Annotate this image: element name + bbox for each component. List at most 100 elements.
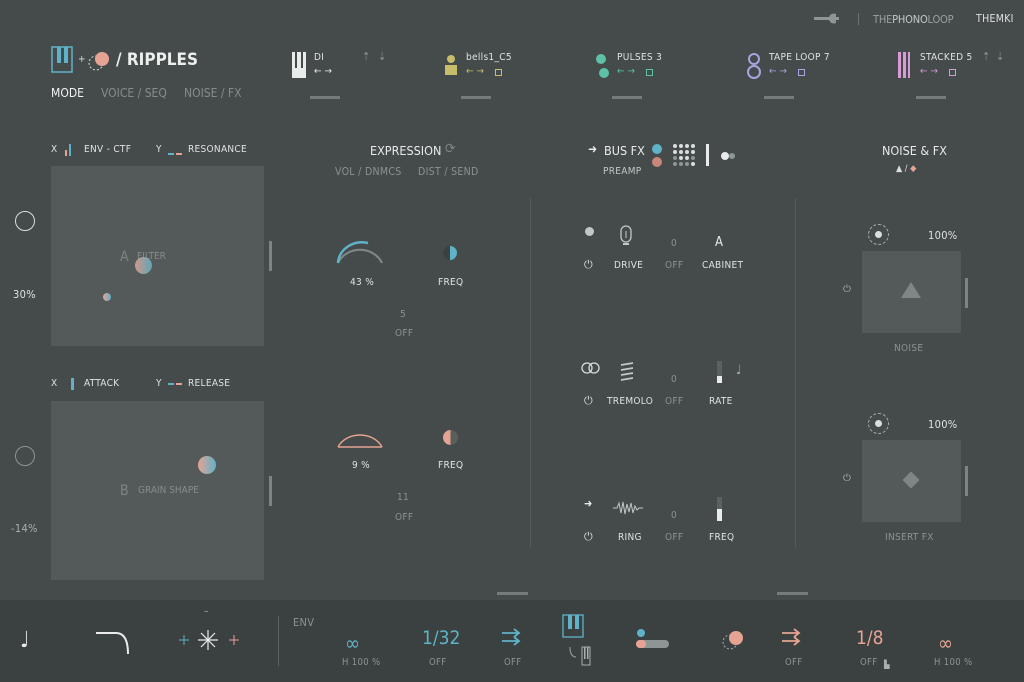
row1-label2: CABINET (702, 260, 744, 271)
settings-wrench-icon[interactable] (814, 13, 846, 25)
pad-a-handle[interactable] (269, 241, 272, 271)
track-arrows[interactable]: ← → (617, 66, 635, 77)
download-icon[interactable]: ⇣ (378, 50, 386, 63)
note-icon[interactable]: ♩ (20, 628, 29, 653)
track-arrows[interactable]: ← → (314, 66, 332, 77)
row2-label2: RATE (709, 396, 733, 407)
route-arrows-icon[interactable] (502, 628, 522, 646)
drawer-handle[interactable] (777, 592, 808, 595)
division-2[interactable]: 1/8 (856, 627, 884, 649)
track-name: DI (314, 52, 325, 63)
tab-mode[interactable]: MODE (51, 86, 84, 100)
send-arc-knob[interactable] (336, 424, 384, 450)
mid2-num: 11 (397, 492, 410, 503)
note-icon[interactable]: ♩ (736, 363, 742, 378)
freq1-dial-icon[interactable] (443, 246, 457, 260)
pad-b-dots-icon[interactable] (15, 446, 35, 466)
pad-b-handle[interactable] (269, 476, 272, 506)
stop-icon[interactable] (798, 69, 805, 76)
slider-toggle-icon[interactable] (636, 628, 670, 650)
off-3[interactable]: OFF (785, 657, 802, 668)
download-icon[interactable]: ⇣ (996, 50, 1004, 63)
upload-icon[interactable]: ⇡ (362, 50, 370, 63)
track-2[interactable]: bells1_C5 ← → (443, 50, 543, 100)
envelope-curve-icon[interactable] (96, 630, 132, 656)
drawer-handle[interactable] (497, 592, 528, 595)
track-3[interactable]: PULSES 3 ← → (594, 50, 694, 100)
route-arrows-icon[interactable] (782, 628, 802, 646)
bottom-bar: ♩ – ENV ∞ H 100 % 1/32 OFF OFF OFF 1/8 O… (0, 600, 1024, 682)
noise-pad[interactable] (862, 251, 961, 333)
hold-value-1: H 100 % (342, 657, 381, 668)
rings-icon[interactable] (581, 362, 601, 374)
bus-fx-subtitle: PREAMP (603, 166, 642, 177)
off-4[interactable]: OFF (860, 657, 877, 668)
pad-b-x-param: ATTACK (84, 378, 120, 389)
row2-off[interactable]: OFF (665, 396, 683, 407)
stop-icon[interactable] (646, 69, 653, 76)
track-1[interactable]: DI ← → ⇡ ⇣ (290, 50, 400, 100)
track-underline (612, 96, 642, 99)
insert-pad[interactable] (862, 440, 961, 522)
brand-logo: THEPHONOLOOP (873, 13, 954, 26)
pad-a-dots-icon[interactable] (15, 211, 35, 231)
drive-dot-icon[interactable] (585, 227, 594, 236)
power-icon[interactable]: ⏻ (584, 394, 593, 408)
power-icon[interactable]: ⏻ (584, 530, 593, 544)
pad-b-value: -14% (11, 522, 38, 535)
bus-level-bar[interactable] (706, 144, 709, 166)
mid2-off[interactable]: OFF (395, 512, 413, 523)
refresh-icon[interactable]: ⟳ (445, 141, 456, 157)
insert-handle[interactable] (965, 466, 968, 496)
ripple-mode-icon[interactable] (722, 629, 746, 651)
filter-secondary-cursor[interactable] (103, 293, 111, 301)
row1-letter[interactable]: A (715, 235, 723, 250)
mid1-off[interactable]: OFF (395, 328, 413, 339)
infinity-icon[interactable]: ∞ (938, 631, 953, 655)
bus-toggle-icon[interactable] (720, 151, 736, 161)
row1-off[interactable]: OFF (665, 260, 683, 271)
track-4[interactable]: TAPE LOOP 7 ← → (746, 50, 846, 100)
bus-dot-salmon[interactable] (652, 157, 662, 167)
ring-freq-bar[interactable] (717, 497, 722, 521)
noise-dots-icon[interactable] (868, 224, 889, 245)
rate-bar[interactable] (717, 361, 722, 383)
tremolo-wave-icon (620, 362, 634, 382)
infinity-icon[interactable]: ∞ (345, 631, 360, 655)
matrix-icon[interactable] (672, 143, 698, 169)
track-arrows[interactable]: ← → (920, 66, 938, 77)
insert-dots-icon[interactable] (868, 413, 889, 434)
track-arrows[interactable]: ← → (466, 66, 484, 77)
grain-cursor[interactable] (198, 456, 216, 474)
noise-handle[interactable] (965, 278, 968, 308)
volume-arc-knob[interactable] (336, 238, 384, 266)
expression-sub1[interactable]: VOL / DNMCS (335, 166, 402, 178)
upload-icon[interactable]: ⇡ (982, 50, 990, 63)
off-2[interactable]: OFF (504, 657, 521, 668)
freq2-dial-icon[interactable] (443, 430, 458, 445)
noise-power-icon[interactable]: ⏻ (843, 284, 851, 295)
expression-sub2[interactable]: DIST / SEND (418, 166, 479, 178)
tab-voice-seq[interactable]: VOICE / SEQ (101, 86, 167, 100)
triangle-diamond-icon[interactable]: ▲ / ◆ (896, 164, 916, 174)
section-divider (795, 198, 796, 548)
track-arrows[interactable]: ← → (769, 66, 787, 77)
track-5[interactable]: STACKED 5 ← → ⇡ ⇣ (898, 50, 1008, 100)
insert-power-icon[interactable]: ⏻ (843, 473, 851, 484)
stop-icon[interactable] (949, 69, 956, 76)
triangle-icon (901, 282, 921, 298)
tab-noise-fx[interactable]: NOISE / FX (184, 86, 242, 100)
filter-cursor[interactable] (135, 257, 152, 274)
sparkle-icon[interactable] (176, 630, 242, 650)
track-underline (764, 96, 794, 99)
power-icon[interactable]: ⏻ (584, 258, 593, 272)
piano-mode-icon[interactable] (562, 613, 592, 669)
row3-off[interactable]: OFF (665, 532, 683, 543)
xy-pad-grain[interactable]: B GRAIN SHAPE (51, 401, 264, 580)
off-1[interactable]: OFF (429, 657, 446, 668)
stop-icon[interactable] (495, 69, 502, 76)
user-name[interactable]: THEMKI (976, 13, 1014, 25)
xy-pad-filter[interactable]: A FILTER (51, 166, 264, 346)
bus-dot-blue[interactable] (652, 144, 662, 154)
division-1[interactable]: 1/32 (422, 627, 460, 649)
